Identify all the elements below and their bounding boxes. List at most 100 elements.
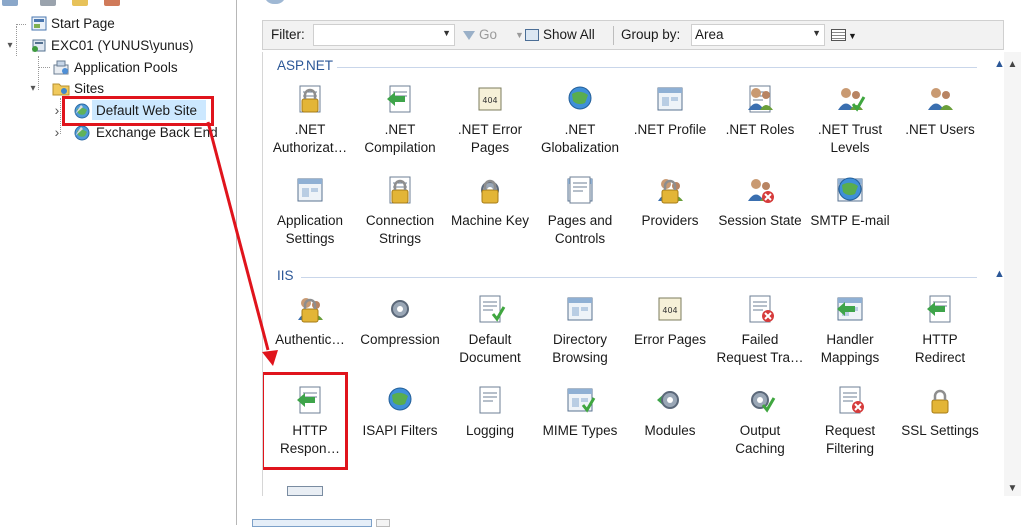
feature-default-document[interactable]: Default Document — [445, 288, 535, 378]
http-redirect-icon — [895, 292, 985, 326]
feature-smtp-email[interactable]: SMTP E-mail — [805, 169, 895, 259]
filter-toolbar: Filter: ▼ Go ▼ Show All Group by: Area ▼… — [262, 20, 1004, 50]
net-compilation-icon — [355, 82, 445, 116]
feature-label: .NET Authorizat… — [272, 122, 348, 155]
net-authorization-icon — [265, 82, 355, 116]
connections-tree-pane: Start Page ▾ EXC01 (YUNUS\yunus) Applica… — [0, 0, 237, 525]
save-icon[interactable] — [40, 0, 56, 6]
application-settings-icon — [265, 173, 355, 207]
go-button[interactable]: Go — [463, 21, 497, 49]
features-view-pane: Filter: ▼ Go ▼ Show All Group by: Area ▼… — [246, 0, 1024, 525]
vertical-scrollbar[interactable]: ▲ ▼ — [1004, 52, 1021, 496]
feature-application-settings[interactable]: Application Settings — [265, 169, 355, 259]
feature-modules[interactable]: Modules — [625, 379, 715, 469]
net-roles-icon — [715, 82, 805, 116]
net-profile-icon — [625, 82, 715, 116]
scroll-up-icon[interactable]: ▲ — [1004, 56, 1021, 74]
group-by-select[interactable]: Area ▼ — [691, 24, 825, 46]
tree-item-application-pools[interactable]: Application Pools — [0, 57, 236, 78]
feature-net-profile[interactable]: .NET Profile — [625, 78, 715, 168]
feature-label: Providers — [641, 213, 699, 228]
collapse-chevron-icon[interactable]: ▲ — [994, 58, 1004, 70]
feature-mime-types[interactable]: MIME Types — [535, 379, 625, 469]
feature-label: HTTP Redirect — [914, 332, 966, 365]
chevron-down-icon[interactable]: ▼ — [442, 28, 451, 38]
feature-error-pages[interactable]: 404 Error Pages — [625, 288, 715, 378]
feature-output-caching[interactable]: Output Caching — [715, 379, 805, 469]
filter-label: Filter: — [271, 27, 305, 42]
feature-pages-controls[interactable]: Pages and Controls — [535, 169, 625, 259]
collapse-chevron-icon[interactable]: ▲ — [994, 268, 1004, 280]
feature-label: Modules — [644, 423, 696, 438]
feature-failed-request-tracing[interactable]: Failed Request Tra… — [715, 288, 805, 378]
mime-types-icon — [535, 383, 625, 417]
feature-session-state[interactable]: Session State — [715, 169, 805, 259]
chevron-down-icon[interactable]: ▼ — [515, 21, 524, 49]
feature-label: Directory Browsing — [552, 332, 608, 365]
feature-http-redirect[interactable]: HTTP Redirect — [895, 288, 985, 378]
feature-directory-browsing[interactable]: Directory Browsing — [535, 288, 625, 378]
toolbar-separator — [613, 26, 614, 45]
feature-label: .NET Compilation — [364, 122, 436, 155]
feature-connection-strings[interactable]: Connection Strings — [355, 169, 445, 259]
group-header-1[interactable]: IIS ▲ — [263, 266, 1004, 286]
feature-label: Logging — [465, 423, 515, 438]
feature-net-roles[interactable]: .NET Roles — [715, 78, 805, 168]
output-caching-icon — [715, 383, 805, 417]
filter-input[interactable]: ▼ — [313, 24, 455, 46]
disconnect-icon[interactable] — [104, 0, 120, 6]
feature-logging[interactable]: Logging — [445, 379, 535, 469]
folder-icon[interactable] — [72, 0, 88, 6]
tree-item-start-page[interactable]: Start Page — [0, 13, 236, 34]
directory-browsing-icon — [535, 292, 625, 326]
feature-net-trust-levels[interactable]: .NET Trust Levels — [805, 78, 895, 168]
show-all-button[interactable]: Show All — [525, 21, 595, 49]
feature-handler-mappings[interactable]: Handler Mappings — [805, 288, 895, 378]
net-users-icon — [895, 82, 985, 116]
machine-key-icon — [445, 173, 535, 207]
features-grid: ASP.NET ▲ .NET Authorizat… .NET Compilation… — [262, 52, 1004, 496]
app-pools-icon — [52, 59, 70, 76]
feature-providers[interactable]: Providers — [625, 169, 715, 259]
start-page-icon — [30, 15, 48, 32]
chevron-down-icon[interactable]: ▾ — [3, 35, 17, 56]
feature-ssl-settings[interactable]: SSL Settings — [895, 379, 985, 469]
connect-icon[interactable] — [2, 0, 18, 6]
http-response-highlight-box — [263, 372, 348, 470]
feature-label: Compression — [360, 332, 440, 347]
chevron-down-icon[interactable]: ▾ — [26, 78, 40, 99]
feature-label: Request Filtering — [824, 423, 876, 456]
feature-net-users[interactable]: .NET Users — [895, 78, 985, 168]
feature-request-filtering[interactable]: Request Filtering — [805, 379, 895, 469]
feature-net-error-pages[interactable]: 404 .NET Error Pages — [445, 78, 535, 168]
show-all-icon — [525, 29, 539, 42]
feature-compression[interactable]: Compression — [355, 288, 445, 378]
compression-icon — [355, 292, 445, 326]
failed-request-tracing-icon — [715, 292, 805, 326]
feature-label: Session State — [718, 213, 802, 228]
net-globalization-icon — [535, 82, 625, 116]
feature-net-compilation[interactable]: .NET Compilation — [355, 78, 445, 168]
feature-label: .NET Profile — [633, 122, 707, 137]
content-view-tab[interactable] — [376, 519, 390, 527]
feature-machine-key[interactable]: Machine Key — [445, 169, 535, 259]
svg-text:404: 404 — [662, 306, 677, 315]
group-header-0[interactable]: ASP.NET ▲ — [263, 56, 1004, 76]
request-filtering-icon — [805, 383, 895, 417]
server-icon — [30, 37, 48, 54]
feature-label: Output Caching — [735, 423, 785, 456]
tree-item-server[interactable]: ▾ EXC01 (YUNUS\yunus) — [0, 35, 236, 56]
chevron-down-icon[interactable]: ▼ — [812, 28, 821, 38]
scroll-down-icon[interactable]: ▼ — [1004, 480, 1021, 498]
funnel-icon — [463, 30, 475, 40]
feature-authentication[interactable]: Authentic… — [265, 288, 355, 378]
bottom-view-tabs — [246, 517, 766, 527]
error-pages-icon: 404 — [625, 292, 715, 326]
feature-net-authorization[interactable]: .NET Authorizat… — [265, 78, 355, 168]
feature-net-globalization[interactable]: .NET Globalization — [535, 78, 625, 168]
feature-label: SMTP E-mail — [810, 213, 890, 228]
feature-isapi-filters[interactable]: ISAPI Filters — [355, 379, 445, 469]
feature-label: Failed Request Tra… — [716, 332, 804, 365]
view-mode-button[interactable]: ▼ — [831, 21, 857, 49]
features-view-tab[interactable] — [252, 519, 372, 527]
